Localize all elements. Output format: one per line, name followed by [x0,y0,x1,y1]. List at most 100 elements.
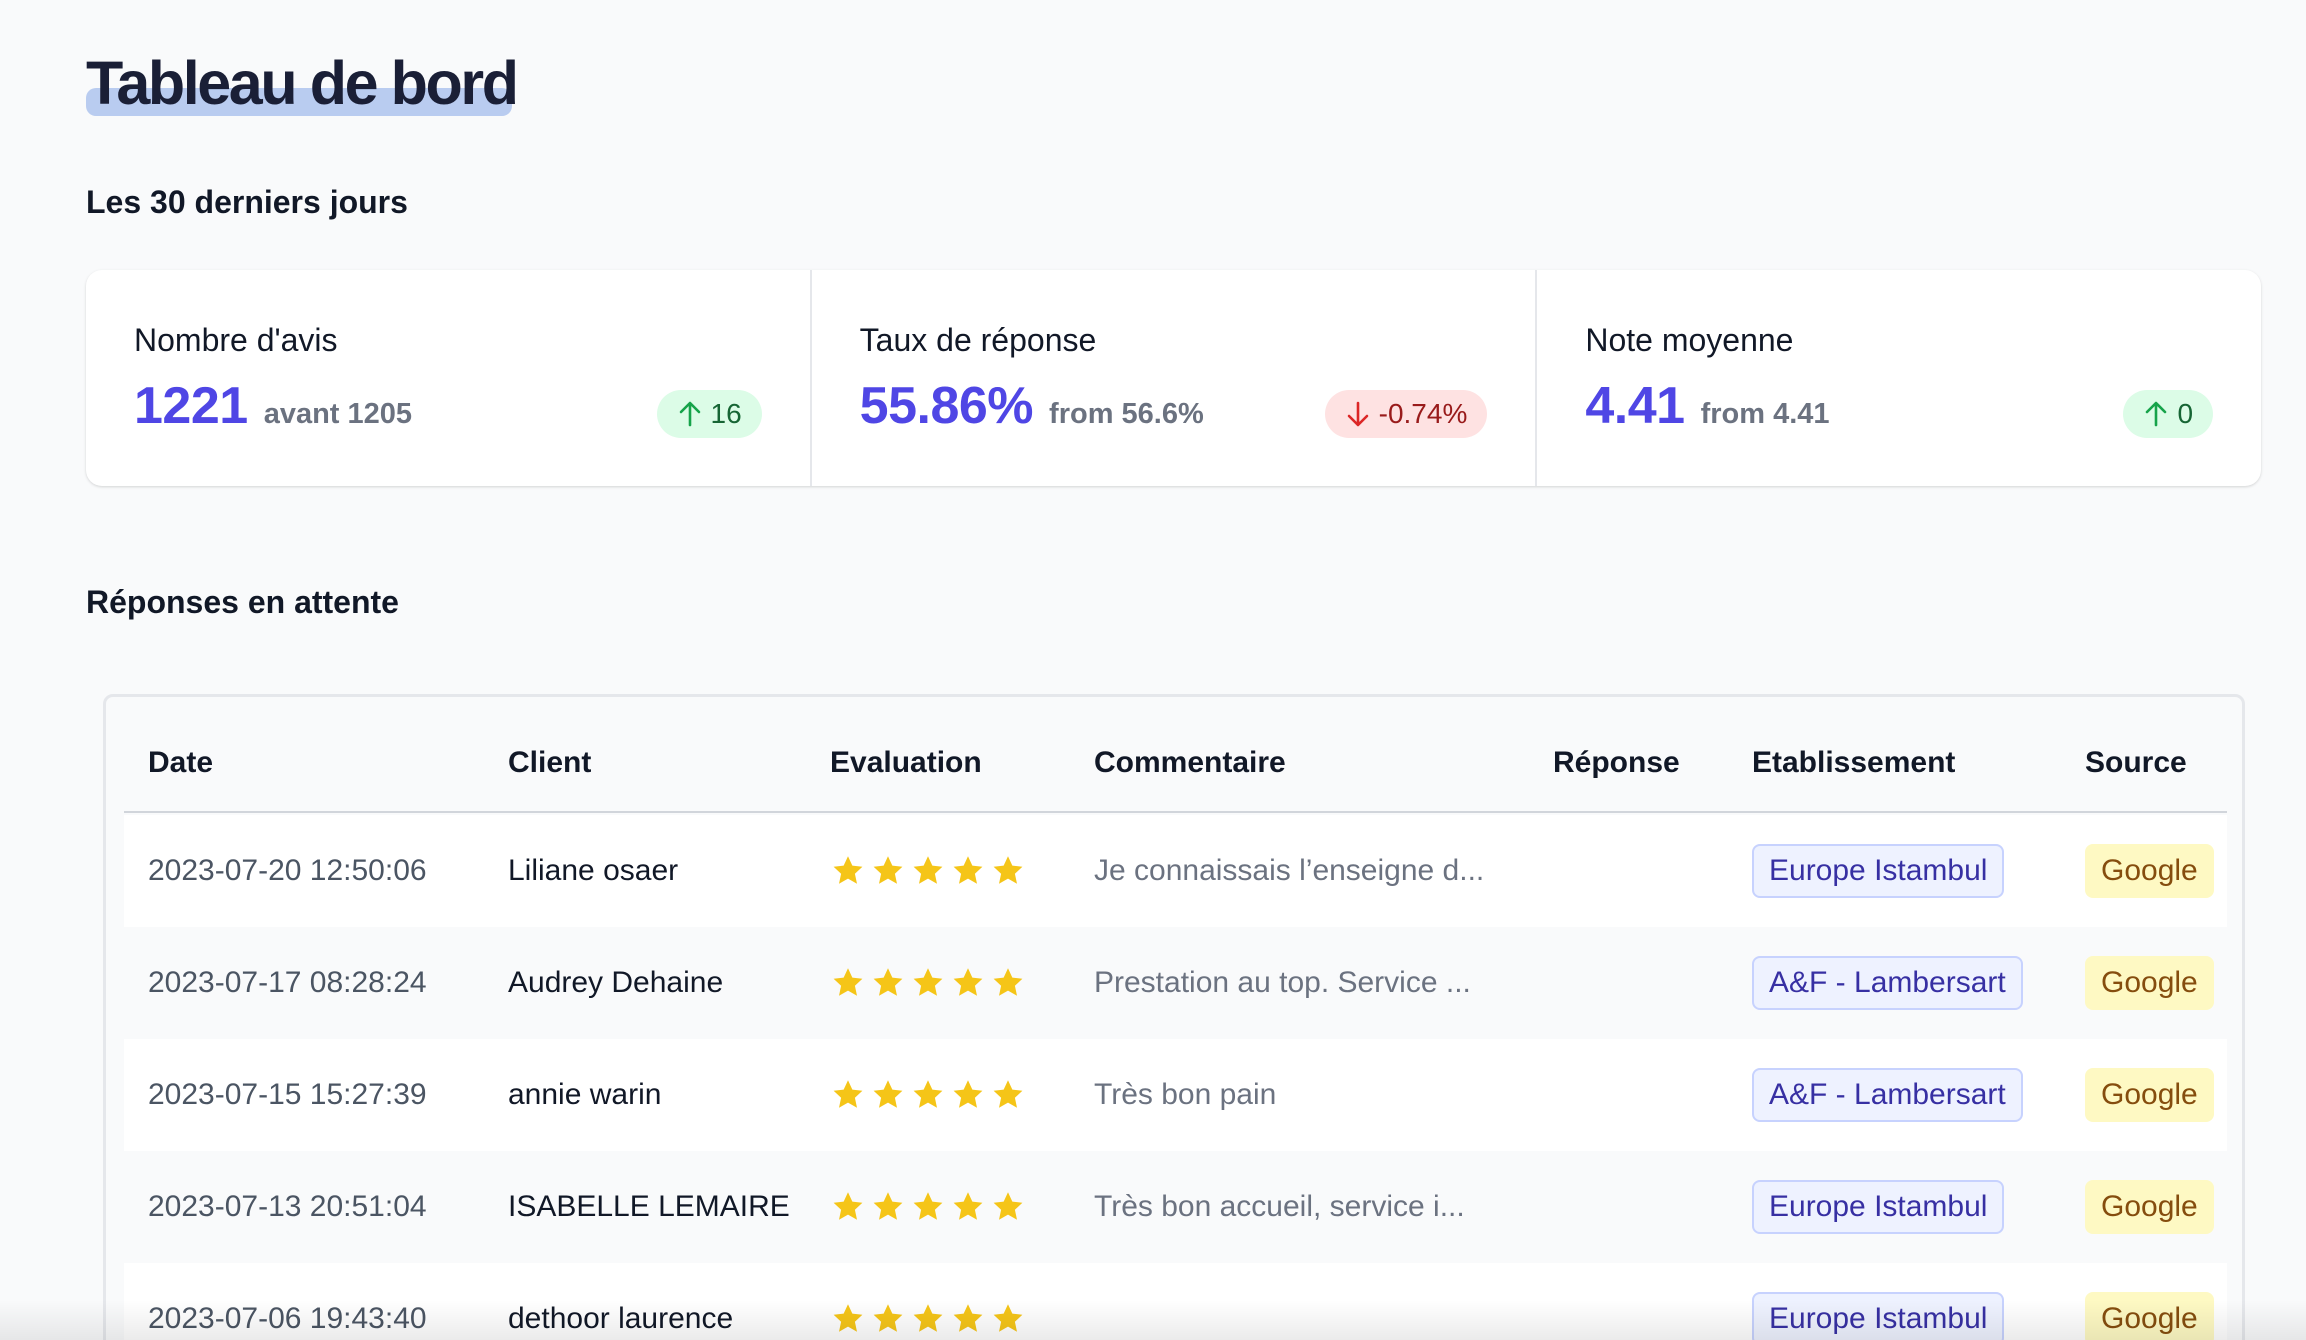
column-header-client[interactable]: Client [508,746,591,780]
star-icon [873,1304,903,1332]
cell-comment: Très bon accueil, service i... [1094,1190,1465,1223]
star-icon [833,1304,863,1332]
stat-change-value: 16 [710,398,742,429]
stat-label: Note moyenne [1585,322,1794,358]
cell-comment: Je connaissais l’enseigne d... [1094,854,1485,887]
cell-rating [830,927,1026,1039]
stat-review-count: Nombre d'avis 1221 avant 1205 16 [86,270,810,486]
arrow-down-icon [1345,400,1371,428]
cell-date: 2023-07-17 08:28:24 [148,966,427,999]
cell-etablissement: Europe Istambul [1752,1263,2005,1340]
star-icon [833,1192,863,1220]
stat-value: 1221 avant 1205 [134,376,412,436]
stat-change-badge: 0 [2123,390,2214,438]
cell-client: dethoor laurence [508,1302,734,1335]
star-icon [913,856,943,884]
cell-source: Google [2085,1151,2214,1263]
arrow-up-icon [677,400,703,428]
stat-change-value: 0 [2177,398,2194,429]
stat-response-rate: Taux de réponse 55.86% from 56.6% -0.74% [809,270,1536,486]
stat-value-number: 4.41 [1585,377,1685,435]
stat-from: avant 1205 [263,398,413,430]
stat-value-number: 55.86% [859,377,1034,435]
table-header: Date Client Evaluation Commentaire Répon… [124,697,2227,813]
table-row[interactable]: 2023-07-15 15:27:39 annie warin Très bon p… [124,1039,2227,1151]
stat-value: 55.86% from 56.6% [860,376,1204,436]
cell-rating [830,1039,1026,1151]
star-icon [913,1192,943,1220]
pending-reviews-table: Date Client Evaluation Commentaire Répon… [103,694,2245,1340]
cell-comment: Prestation au top. Service ... [1094,966,1471,999]
star-icon [833,968,863,996]
star-icon [953,1192,983,1220]
source-badge: Google [2085,844,2214,898]
star-icon [953,856,983,884]
column-header-evaluation[interactable]: Evaluation [830,746,982,780]
star-icon [873,856,903,884]
star-icon [873,1080,903,1108]
etablissement-badge: Europe Istambul [1752,1292,2005,1340]
cell-rating [830,1151,1026,1263]
cell-date: 2023-07-20 12:50:06 [148,854,427,887]
cell-client: ISABELLE LEMAIRE [508,1190,790,1223]
star-icon [913,1304,943,1332]
cell-etablissement: Europe Istambul [1752,815,2005,927]
arrow-up-icon [2143,400,2169,428]
page-title-wrap: Tableau de bord [86,46,519,120]
column-header-date[interactable]: Date [148,746,213,780]
table-row[interactable]: 2023-07-20 12:50:06 Liliane osaer Je conna… [124,815,2227,927]
table-row[interactable]: 2023-07-17 08:28:24 Audrey Dehaine Prestat… [124,927,2227,1039]
etablissement-badge: Europe Istambul [1752,1180,2005,1234]
cell-rating [830,1263,1026,1340]
star-icon [913,1080,943,1108]
cell-source: Google [2085,1263,2214,1340]
star-icon [993,1304,1023,1332]
cell-date: 2023-07-13 20:51:04 [148,1190,427,1223]
star-icon [993,1192,1023,1220]
etablissement-badge: Europe Istambul [1752,844,2005,898]
page-title: Tableau de bord [86,49,519,117]
source-badge: Google [2085,1180,2214,1234]
cell-client: Liliane osaer [508,854,679,887]
stat-value: 4.41 from 4.41 [1585,376,1829,436]
cell-etablissement: A&F - Lambersart [1752,927,2023,1039]
cell-comment: Très bon pain [1094,1078,1277,1111]
source-badge: Google [2085,1068,2214,1122]
cell-date: 2023-07-15 15:27:39 [148,1078,427,1111]
column-header-source[interactable]: Source [2085,746,2187,780]
column-header-reponse[interactable]: Réponse [1553,746,1680,780]
stat-average-rating: Note moyenne 4.41 from 4.41 0 [1535,270,2261,486]
cell-source: Google [2085,927,2214,1039]
period-label: Les 30 derniers jours [86,184,408,220]
stat-value-number: 1221 [134,377,248,435]
column-header-etablissement[interactable]: Etablissement [1752,746,1955,780]
star-icon [833,856,863,884]
table-row[interactable]: 2023-07-06 19:43:40 dethoor laurence Europ… [124,1263,2227,1340]
cell-client: Audrey Dehaine [508,966,724,999]
pending-responses-title: Réponses en attente [86,584,399,620]
stat-change-value: -0.74% [1378,398,1468,429]
source-badge: Google [2085,956,2214,1010]
stat-label: Nombre d'avis [134,322,338,358]
cell-client: annie warin [508,1078,662,1111]
stat-change-badge: -0.74% [1324,390,1488,438]
star-icon [913,968,943,996]
table-row[interactable]: 2023-07-13 20:51:04 ISABELLE LEMAIRE Très … [124,1151,2227,1263]
cell-etablissement: A&F - Lambersart [1752,1039,2023,1151]
etablissement-badge: A&F - Lambersart [1752,1068,2023,1122]
star-icon [993,1080,1023,1108]
star-icon [833,1080,863,1108]
cell-date: 2023-07-06 19:43:40 [148,1302,427,1335]
stat-from: from 56.6% [1049,398,1204,430]
column-header-commentaire[interactable]: Commentaire [1094,746,1286,780]
stat-change-badge: 16 [656,390,762,438]
cell-rating [830,815,1026,927]
cell-etablissement: Europe Istambul [1752,1151,2005,1263]
star-icon [953,1304,983,1332]
star-icon [953,968,983,996]
star-icon [993,856,1023,884]
cell-source: Google [2085,1039,2214,1151]
stat-label: Taux de réponse [859,322,1097,358]
cell-source: Google [2085,815,2214,927]
star-icon [953,1080,983,1108]
